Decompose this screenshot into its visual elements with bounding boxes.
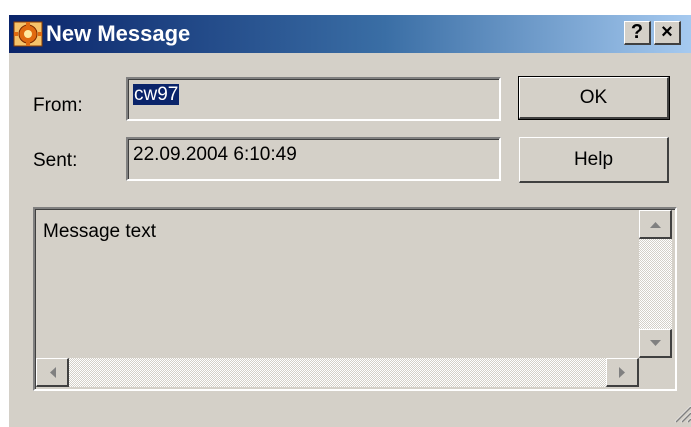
from-value: cw97 xyxy=(133,84,180,105)
new-message-dialog: New Message ? × From: cw97 Sent: 22.09.2… xyxy=(8,14,691,427)
message-text: Message text xyxy=(43,221,156,242)
question-icon: ? xyxy=(630,21,644,43)
from-field[interactable]: cw97 xyxy=(126,77,501,121)
message-textarea[interactable]: Message text xyxy=(33,207,677,391)
sent-value: 22.09.2004 6:10:49 xyxy=(133,144,297,165)
arrow-up-icon xyxy=(650,222,661,228)
scroll-up-button[interactable] xyxy=(639,210,672,239)
help-button[interactable]: Help xyxy=(519,137,669,183)
from-label: From: xyxy=(33,95,83,116)
close-icon: × xyxy=(661,21,673,43)
close-button[interactable]: × xyxy=(654,21,681,45)
vertical-scrollbar[interactable] xyxy=(639,210,672,358)
ok-button[interactable]: OK xyxy=(518,76,670,120)
resize-grip-icon[interactable] xyxy=(672,403,691,423)
scroll-left-button[interactable] xyxy=(36,358,69,387)
envelope-gear-icon xyxy=(13,21,43,47)
scroll-down-button[interactable] xyxy=(639,329,672,358)
window-title: New Message xyxy=(46,21,191,46)
horizontal-scrollbar[interactable] xyxy=(36,358,639,387)
arrow-right-icon xyxy=(619,367,625,378)
context-help-button[interactable]: ? xyxy=(624,21,651,45)
sent-label: Sent: xyxy=(33,150,78,171)
scrollbar-corner xyxy=(639,358,672,387)
arrow-down-icon xyxy=(650,340,661,346)
sent-field[interactable]: 22.09.2004 6:10:49 xyxy=(126,137,501,181)
scroll-right-button[interactable] xyxy=(606,358,639,387)
arrow-left-icon xyxy=(50,367,56,378)
title-bar[interactable]: New Message ? × xyxy=(9,15,691,53)
